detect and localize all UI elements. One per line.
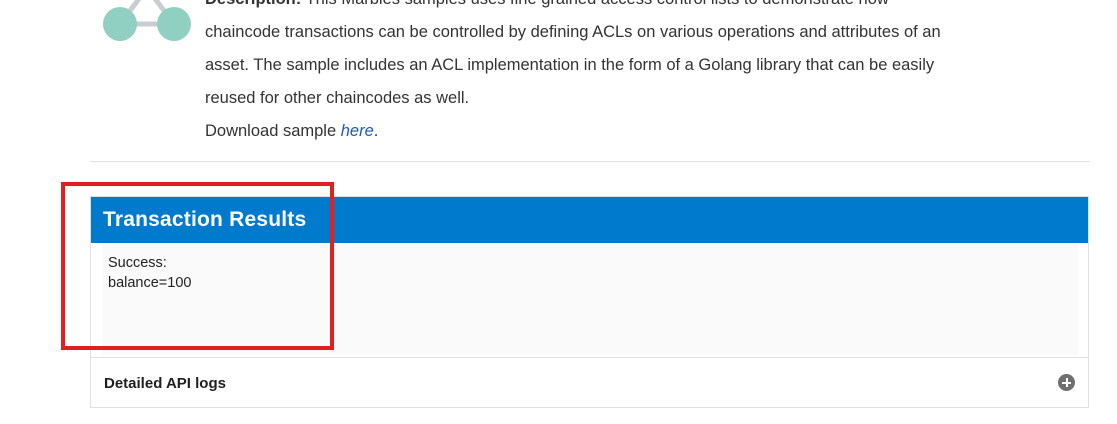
network-nodes-icon bbox=[103, 0, 191, 41]
plus-circle-icon[interactable] bbox=[1058, 374, 1075, 391]
download-sample-line: Download sample here. bbox=[205, 115, 1035, 148]
description-text-line4: reused for other chaincodes as well. bbox=[205, 89, 470, 107]
page: Description: This Marbles samples uses f… bbox=[0, 0, 1117, 424]
description-label: Description: bbox=[205, 0, 301, 8]
description-text-line2: chaincode transactions can be controlled… bbox=[205, 23, 941, 41]
transaction-results-output: Success: balance=100 bbox=[102, 243, 1078, 355]
result-balance: balance=100 bbox=[108, 275, 192, 291]
transaction-results-panel: Transaction Results Success: balance=100… bbox=[90, 196, 1089, 408]
sample-description: Description: This Marbles samples uses f… bbox=[205, 0, 1035, 148]
download-prefix: Download sample bbox=[205, 122, 341, 140]
download-sample-link[interactable]: here bbox=[341, 122, 374, 140]
description-text-line3: asset. The sample includes an ACL implem… bbox=[205, 56, 935, 74]
description-text-line1: This Marbles samples uses fine grained a… bbox=[306, 0, 889, 8]
detailed-api-logs-toggle[interactable]: Detailed API logs bbox=[91, 357, 1088, 408]
transaction-results-title: Transaction Results bbox=[91, 197, 1088, 243]
section-divider bbox=[90, 161, 1090, 162]
download-suffix: . bbox=[373, 122, 379, 140]
result-status: Success: bbox=[108, 255, 167, 271]
detailed-api-logs-label: Detailed API logs bbox=[104, 375, 226, 392]
